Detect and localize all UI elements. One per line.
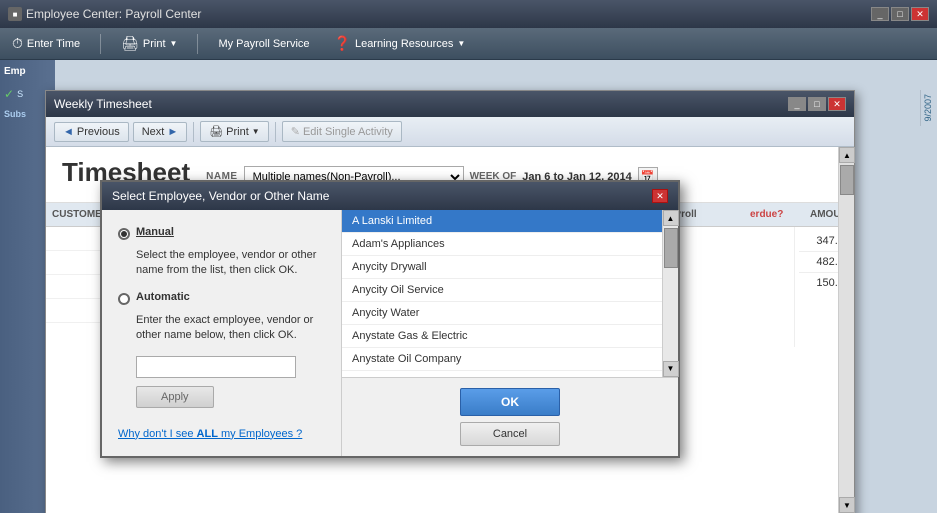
ts-minimize-btn[interactable]: _ (788, 97, 806, 111)
automatic-name-input[interactable] (136, 356, 296, 378)
restore-button[interactable]: □ (891, 7, 909, 21)
list-scrollbar: ▲ ▼ (662, 210, 678, 377)
right-panel: 9/2007 (920, 90, 937, 126)
ts-titlebar: Weekly Timesheet _ □ ✕ (46, 91, 854, 117)
ts-win-controls: _ □ ✕ (788, 97, 846, 111)
app-icon: ■ (8, 7, 22, 21)
help-text-bold: ALL (197, 428, 218, 440)
help-text-suffix: my Employees ? (218, 428, 302, 440)
ts-print-arrow: ▼ (252, 127, 260, 136)
help-link[interactable]: Why don't I see ALL my Employees ? (118, 428, 325, 440)
dialog-titlebar: Select Employee, Vendor or Other Name ✕ (102, 182, 678, 210)
col-overdue: erdue? (744, 209, 804, 220)
menu-sep-1 (100, 34, 101, 54)
ok-label: OK (501, 395, 519, 409)
ts-scrollbar: ▲ ▼ (838, 147, 854, 513)
close-button[interactable]: ✕ (911, 7, 929, 21)
ts-toolbar-sep2 (275, 122, 276, 142)
manual-radio-button[interactable] (118, 228, 130, 240)
list-container: A Lanski LimitedAdam's AppliancesAnycity… (342, 210, 678, 377)
next-arrow-icon: ► (167, 126, 178, 138)
list-item[interactable]: Anycity Drywall (342, 256, 662, 279)
ts-window-title: Weekly Timesheet (54, 97, 152, 111)
main-window: ■ Employee Center: Payroll Center _ □ ✕ … (0, 0, 937, 513)
ts-scroll-down[interactable]: ▼ (839, 497, 855, 513)
automatic-radio-label: Automatic (136, 291, 190, 303)
ts-toolbar: ◄ Previous Next ► 🖨 Print ▼ ✎ Edit Singl… (46, 117, 854, 147)
learning-dropdown-arrow: ▼ (457, 39, 465, 48)
apply-label: Apply (161, 391, 189, 403)
dialog-title: Select Employee, Vendor or Other Name (112, 189, 329, 203)
dialog-close-button[interactable]: ✕ (652, 189, 668, 203)
list-item[interactable]: Anycity Water (342, 302, 662, 325)
learning-label: Learning Resources (355, 38, 453, 50)
learning-icon: ❓ (334, 35, 351, 52)
list-scroll-track (663, 226, 678, 361)
cancel-label: Cancel (493, 428, 527, 440)
manual-radio-option[interactable]: Manual (118, 226, 325, 240)
cancel-button[interactable]: Cancel (460, 422, 560, 446)
menu-print[interactable]: 🖨 Print ▼ (117, 33, 181, 54)
help-text-prefix: Why don't I see (118, 428, 197, 440)
content-area: Emp ✓ S Subs Weekly Timesheet _ □ ✕ ◄ (0, 60, 937, 513)
next-label: Next (142, 126, 165, 138)
ts-toolbar-sep1 (193, 122, 194, 142)
edit-single-label: Edit Single Activity (303, 126, 393, 138)
next-button[interactable]: Next ► (133, 122, 188, 142)
automatic-description: Enter the exact employee, vendor or othe… (136, 313, 325, 344)
apply-button[interactable]: Apply (136, 386, 214, 408)
list-item[interactable]: A Lanski Limited (342, 210, 662, 233)
app-title: Employee Center: Payroll Center (26, 7, 201, 21)
print-label: Print (143, 38, 166, 50)
ts-scroll-thumb (840, 165, 854, 195)
left-panel-emp-tab: Emp (0, 60, 55, 83)
select-employee-dialog: Select Employee, Vendor or Other Name ✕ … (100, 180, 680, 458)
enter-time-label: Enter Time (27, 38, 80, 50)
list-item[interactable]: Anystate Gas & Electric (342, 325, 662, 348)
list-item[interactable]: Adam's Appliances (342, 233, 662, 256)
enter-time-icon: ⏱ (12, 35, 23, 52)
name-list: A Lanski LimitedAdam's AppliancesAnycity… (342, 210, 662, 377)
ts-scroll-up[interactable]: ▲ (839, 147, 855, 163)
ts-restore-btn[interactable]: □ (808, 97, 826, 111)
print-icon: 🖨 (121, 35, 139, 52)
ok-button[interactable]: OK (460, 388, 560, 416)
menu-sep-2 (197, 34, 198, 54)
previous-button[interactable]: ◄ Previous (54, 122, 129, 142)
ts-print-label: Print (226, 126, 249, 138)
list-scroll-thumb (664, 228, 678, 268)
ts-close-btn[interactable]: ✕ (828, 97, 846, 111)
menu-bar: ⏱ Enter Time 🖨 Print ▼ My Payroll Servic… (0, 28, 937, 60)
automatic-radio-option[interactable]: Automatic (118, 291, 325, 305)
title-bar: ■ Employee Center: Payroll Center _ □ ✕ (0, 0, 937, 28)
list-scroll-up[interactable]: ▲ (663, 210, 679, 226)
help-link-container: Why don't I see ALL my Employees ? (118, 428, 325, 440)
dialog-footer: OK Cancel (342, 377, 678, 456)
previous-label: Previous (77, 126, 120, 138)
menu-learning[interactable]: ❓ Learning Resources ▼ (330, 33, 470, 54)
edit-single-icon: ✎ (291, 125, 300, 138)
print-dropdown-arrow: ▼ (170, 39, 178, 48)
ts-print-icon: 🖨 (209, 125, 223, 138)
list-scroll-down[interactable]: ▼ (663, 361, 679, 377)
print-button[interactable]: 🖨 Print ▼ (200, 121, 269, 142)
manual-description: Select the employee, vendor or other nam… (136, 248, 325, 279)
menu-enter-time[interactable]: ⏱ Enter Time (8, 33, 84, 54)
dialog-body: Manual Select the employee, vendor or ot… (102, 210, 678, 456)
dialog-left-pane: Manual Select the employee, vendor or ot… (102, 210, 342, 456)
payroll-label: My Payroll Service (218, 38, 309, 50)
list-item[interactable]: Anycity Oil Service (342, 279, 662, 302)
prev-arrow-icon: ◄ (63, 126, 74, 138)
right-panel-date: 9/2007 (921, 90, 935, 126)
edit-single-button[interactable]: ✎ Edit Single Activity (282, 121, 402, 142)
automatic-radio-button[interactable] (118, 293, 130, 305)
minimize-button[interactable]: _ (871, 7, 889, 21)
dialog-right-pane: A Lanski LimitedAdam's AppliancesAnycity… (342, 210, 678, 456)
title-bar-controls: _ □ ✕ (871, 7, 929, 21)
list-item[interactable]: Anystate Oil Company (342, 348, 662, 371)
title-bar-left: ■ Employee Center: Payroll Center (8, 7, 201, 21)
manual-radio-label: Manual (136, 226, 174, 238)
menu-payroll[interactable]: My Payroll Service (214, 36, 313, 52)
